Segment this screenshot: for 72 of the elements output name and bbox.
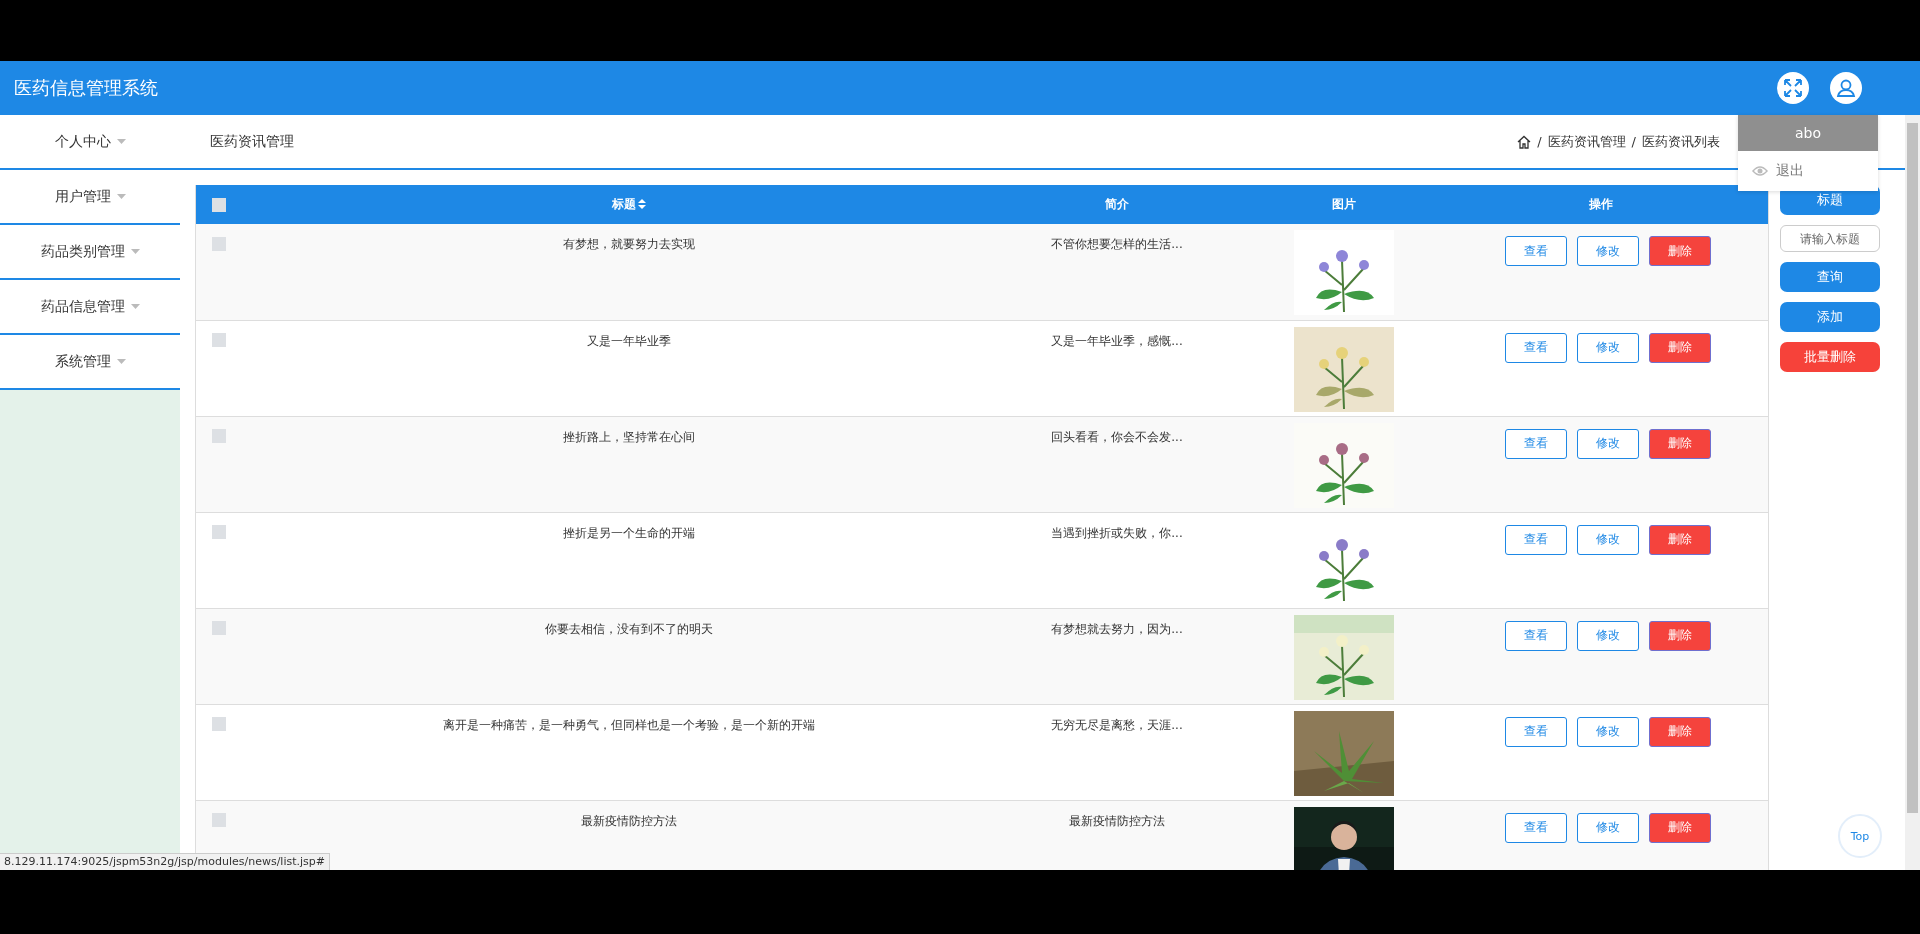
- table-cell: 有梦想，就要努力去实现: [563, 237, 695, 251]
- table-cell: 无穷无尽是离愁，天涯...: [1051, 717, 1183, 732]
- caret-icon: [116, 194, 126, 199]
- delete-button[interactable]: 删除: [1649, 524, 1711, 555]
- view-button[interactable]: 查看: [1505, 428, 1567, 459]
- edit-button[interactable]: 修改: [1577, 524, 1639, 555]
- table-cell: 回头看看，你会不会发...: [1051, 429, 1183, 444]
- view-button[interactable]: 查看: [1505, 332, 1567, 363]
- table-cell: 当遇到挫折或失败，你...: [1051, 525, 1183, 540]
- breadcrumb-separator: /: [1631, 134, 1636, 149]
- column-header: 操作: [1589, 197, 1613, 211]
- edit-button[interactable]: 修改: [1577, 620, 1639, 651]
- home-icon[interactable]: [1517, 134, 1532, 149]
- caret-icon: [116, 139, 126, 144]
- view-button[interactable]: 查看: [1505, 812, 1567, 843]
- fullscreen-icon[interactable]: [1777, 72, 1809, 104]
- table-cell: 有梦想就去努力，因为...: [1051, 621, 1183, 636]
- app-title: 医药信息管理系统: [14, 76, 158, 100]
- table-cell: 离开是一种痛苦，是一种勇气，但同样也是一个考验，是一个新的开端: [443, 717, 815, 732]
- table-cell: 挫折路上，坚持常在心间: [563, 429, 695, 444]
- view-button[interactable]: 查看: [1505, 716, 1567, 747]
- menu-item[interactable]: 退出: [1776, 162, 1804, 180]
- column-header[interactable]: 标题: [612, 197, 636, 211]
- table-cell: 最新疫情防控方法: [1069, 813, 1165, 828]
- page-title: 医药资讯管理: [210, 132, 294, 151]
- table-cell: 你要去相信，没有到不了的明天: [545, 621, 713, 636]
- view-button[interactable]: 查看: [1505, 620, 1567, 651]
- caret-icon: [130, 304, 140, 309]
- caret-icon: [116, 359, 126, 364]
- caret-icon: [130, 249, 140, 254]
- checkbox[interactable]: [212, 717, 226, 731]
- delete-button[interactable]: 删除: [1649, 812, 1711, 843]
- back-to-top-button[interactable]: Top: [1838, 814, 1882, 858]
- search-field[interactable]: 请输入标题: [1780, 225, 1880, 252]
- checkbox[interactable]: [212, 429, 226, 443]
- breadcrumb-separator: /: [1537, 134, 1542, 149]
- username: abo: [1738, 115, 1878, 151]
- scrollbar[interactable]: [1905, 115, 1920, 870]
- breadcrumb-item[interactable]: 医药资讯管理: [1547, 132, 1626, 151]
- delete-button[interactable]: 删除: [1649, 620, 1711, 651]
- checkbox[interactable]: [212, 813, 226, 827]
- column-header: 图片: [1332, 197, 1356, 211]
- view-button[interactable]: 查看: [1505, 524, 1567, 555]
- panel-button[interactable]: 查询: [1780, 262, 1880, 292]
- delete-button[interactable]: 删除: [1649, 236, 1711, 266]
- table-cell: 挫折是另一个生命的开端: [563, 525, 695, 540]
- breadcrumb-item[interactable]: 医药资讯列表: [1642, 132, 1720, 151]
- delete-button[interactable]: 删除: [1649, 332, 1711, 363]
- edit-button[interactable]: 修改: [1577, 428, 1639, 459]
- table-cell: 最新疫情防控方法: [581, 813, 677, 828]
- checkbox[interactable]: [212, 525, 226, 539]
- delete-button[interactable]: 删除: [1649, 428, 1711, 459]
- eye-icon: [1752, 165, 1768, 177]
- checkbox[interactable]: [212, 621, 226, 635]
- status-url: 8.129.11.174:9025/jspm53n2g/jsp/modules/news/list.jsp#: [0, 853, 330, 870]
- checkbox[interactable]: [212, 197, 226, 212]
- user-icon[interactable]: [1830, 72, 1862, 104]
- checkbox[interactable]: [212, 236, 226, 251]
- batch-delete-button[interactable]: 批量删除: [1780, 342, 1880, 372]
- edit-button[interactable]: 修改: [1577, 812, 1639, 843]
- edit-button[interactable]: 修改: [1577, 236, 1639, 266]
- edit-button[interactable]: 修改: [1577, 716, 1639, 747]
- panel-button[interactable]: 添加: [1780, 302, 1880, 332]
- sort-icon[interactable]: [638, 197, 646, 212]
- view-button[interactable]: 查看: [1505, 236, 1567, 266]
- table-cell: 不管你想要怎样的生活...: [1051, 237, 1183, 251]
- column-header: 简介: [1105, 197, 1129, 211]
- table-cell: 又是一年毕业季: [587, 333, 671, 348]
- edit-button[interactable]: 修改: [1577, 332, 1639, 363]
- table-cell: 又是一年毕业季，感慨...: [1051, 333, 1183, 348]
- checkbox[interactable]: [212, 333, 226, 347]
- delete-button[interactable]: 删除: [1649, 716, 1711, 747]
